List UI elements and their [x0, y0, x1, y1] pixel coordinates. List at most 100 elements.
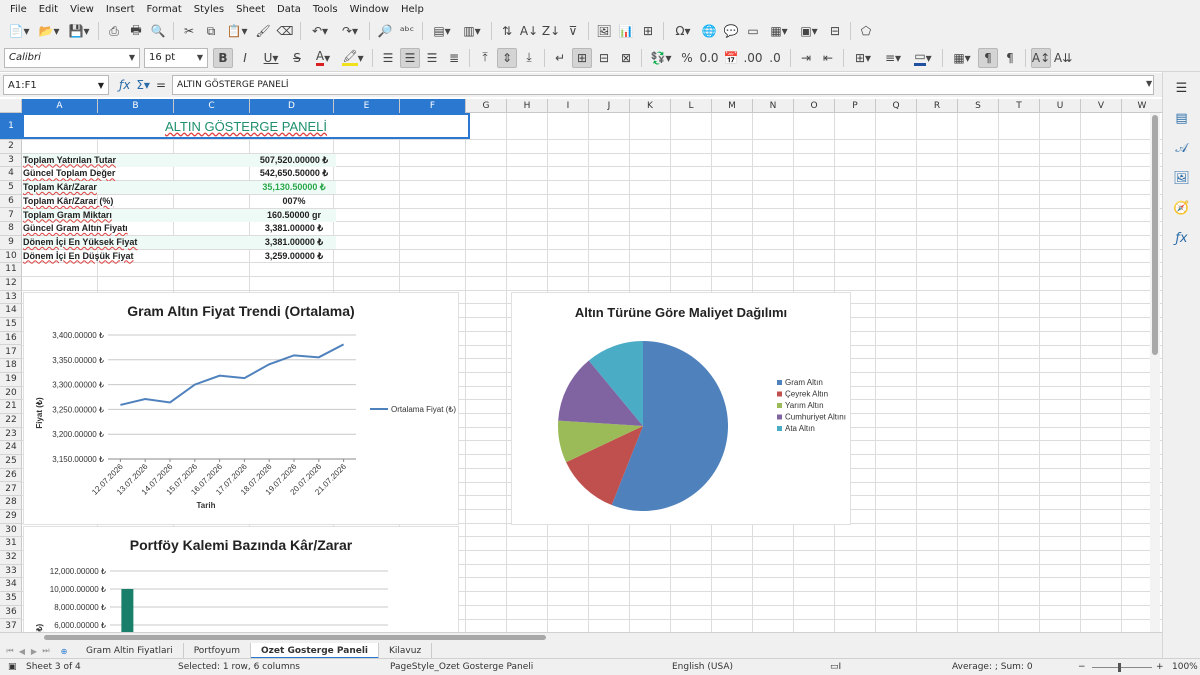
row-header[interactable]: 12 — [0, 277, 22, 291]
row-header[interactable]: 22 — [0, 414, 22, 428]
cut-icon[interactable]: ✂ — [179, 21, 199, 41]
row-header[interactable]: 25 — [0, 455, 22, 469]
row-header[interactable]: 9 — [0, 236, 22, 250]
sort-descending-icon[interactable]: Z↓ — [541, 21, 561, 41]
column-header[interactable]: B — [98, 99, 174, 113]
column-header[interactable]: C — [174, 99, 250, 113]
sheet-tab[interactable]: Portfoyum — [184, 643, 252, 659]
unmerge-cells-icon[interactable]: ⊠ — [616, 48, 636, 68]
align-left-icon[interactable]: ☰ — [378, 48, 398, 68]
bar-chart[interactable]: Portföy Kalemi Bazında Kâr/Zarar 12,000.… — [23, 526, 459, 632]
column-header[interactable]: U — [1040, 99, 1081, 113]
menu-icon[interactable]: ☰ — [1172, 78, 1192, 98]
menu-item[interactable]: Format — [141, 4, 188, 15]
number-format-icon[interactable]: 0.0 — [699, 48, 719, 68]
define-print-area-icon[interactable]: ▦▾ — [765, 21, 793, 41]
hyperlink-icon[interactable]: 🌐 — [699, 21, 719, 41]
ltr-icon[interactable]: ¶ — [1000, 48, 1020, 68]
row-header[interactable]: 20 — [0, 387, 22, 401]
text-direction-icon[interactable]: A⇊ — [1053, 48, 1073, 68]
formula-equals-icon[interactable]: = — [156, 78, 166, 92]
row-header[interactable]: 2 — [0, 140, 22, 154]
row-header[interactable]: 7 — [0, 209, 22, 223]
row-header[interactable]: 13 — [0, 291, 22, 305]
kpi-label[interactable]: Güncel Toplam Değer — [23, 167, 251, 180]
column-header[interactable]: H — [507, 99, 548, 113]
special-character-icon[interactable]: Ω▾ — [669, 21, 697, 41]
row-header[interactable]: 16 — [0, 332, 22, 346]
column-header[interactable]: W — [1122, 99, 1162, 113]
header-footer-icon[interactable]: ▭ — [743, 21, 763, 41]
delete-decimal-icon[interactable]: .0 — [765, 48, 785, 68]
align-bottom-icon[interactable]: ⤓ — [519, 48, 539, 68]
row-header[interactable]: 28 — [0, 496, 22, 510]
underline-icon[interactable]: U▾ — [257, 48, 285, 68]
sheet-tab[interactable]: Kilavuz — [379, 643, 433, 659]
column-header[interactable]: S — [958, 99, 999, 113]
row-header[interactable]: 34 — [0, 578, 22, 593]
zoom-slider[interactable] — [1092, 667, 1152, 668]
column-header[interactable]: J — [589, 99, 630, 113]
italic-icon[interactable]: I — [235, 48, 255, 68]
copy-icon[interactable]: ⧉ — [201, 21, 221, 41]
column-header[interactable]: V — [1081, 99, 1122, 113]
column-header[interactable]: O — [794, 99, 835, 113]
prev-sheet-icon[interactable]: ◀ — [16, 647, 28, 656]
menu-item[interactable]: Data — [271, 4, 307, 15]
row-header[interactable]: 32 — [0, 551, 22, 565]
formula-input[interactable]: ALTIN GÖSTERGE PANELİ — [172, 75, 1154, 95]
column-icon[interactable]: ▥▾ — [458, 21, 486, 41]
kpi-label[interactable]: Toplam Yatırılan Tutar — [23, 154, 251, 167]
column-header[interactable]: P — [835, 99, 876, 113]
pivot-table-icon[interactable]: ⊞ — [638, 21, 658, 41]
row-header[interactable]: 26 — [0, 469, 22, 483]
select-all-corner[interactable] — [0, 99, 22, 113]
selection-mode-icon[interactable]: ▭I — [830, 662, 841, 672]
spelling-icon[interactable]: ᵃᵇᶜ — [397, 21, 417, 41]
navigator-icon[interactable]: 🧭 — [1172, 198, 1192, 218]
page-style[interactable]: PageStyle_Ozet Gosterge Paneli — [390, 662, 533, 672]
kpi-value[interactable]: 007% — [252, 195, 336, 208]
zoom-level[interactable]: 100% — [1172, 662, 1198, 672]
kpi-label[interactable]: Dönem İçi En Yüksek Fiyat — [23, 236, 251, 249]
row-header[interactable]: 23 — [0, 428, 22, 442]
name-box[interactable]: A1:F1 ▼ — [3, 75, 109, 95]
export-pdf-icon[interactable]: ⎙ — [104, 21, 124, 41]
column-header[interactable]: I — [548, 99, 589, 113]
border-color-icon[interactable]: ▭ ▾ — [909, 48, 937, 68]
kpi-value[interactable]: 507,520.00000 ₺ — [252, 154, 336, 167]
font-color-icon[interactable]: A ▾ — [309, 48, 337, 68]
kpi-label[interactable]: Toplam Kâr/Zarar (%) — [23, 195, 251, 208]
kpi-value[interactable]: 3,259.00000 ₺ — [252, 250, 336, 263]
align-center-icon[interactable]: ☰ — [400, 47, 420, 68]
row-header[interactable]: 36 — [0, 606, 22, 620]
kpi-label[interactable]: Dönem İçi En Düşük Fiyat — [23, 250, 251, 263]
row-header[interactable]: 29 — [0, 510, 22, 524]
column-header[interactable]: M — [712, 99, 753, 113]
strikethrough-icon[interactable]: S̶ — [287, 48, 307, 68]
row-header[interactable]: 30 — [0, 524, 22, 538]
border-style-icon[interactable]: ≡▾ — [879, 48, 907, 68]
clear-formatting-icon[interactable]: ⌫ — [275, 21, 295, 41]
sheet-tab[interactable]: Ozet Gosterge Paneli — [251, 643, 380, 659]
insert-image-icon[interactable]: 🖼 — [594, 21, 614, 41]
kpi-value[interactable]: 3,381.00000 ₺ — [252, 236, 336, 249]
column-header[interactable]: T — [999, 99, 1040, 113]
find-replace-icon[interactable]: 🔎 — [375, 21, 395, 41]
scrollbar-thumb[interactable] — [1152, 115, 1158, 355]
sort-icon[interactable]: ⇅ — [497, 21, 517, 41]
clone-formatting-icon[interactable]: 🖌 — [253, 21, 273, 41]
redo-icon[interactable]: ↷▾ — [336, 21, 364, 41]
column-header[interactable]: A — [22, 99, 98, 113]
row-header[interactable]: 10 — [0, 250, 22, 264]
row-header[interactable]: 15 — [0, 318, 22, 332]
align-right-icon[interactable]: ☰ — [422, 48, 442, 68]
column-header[interactable]: G — [466, 99, 507, 113]
increase-indent-icon[interactable]: ⇥ — [796, 48, 816, 68]
line-chart[interactable]: Gram Altın Fiyat Trendi (Ortalama) 3,400… — [23, 292, 459, 525]
row-icon[interactable]: ▤▾ — [428, 21, 456, 41]
functions-icon[interactable]: ƒx — [1172, 228, 1192, 248]
next-sheet-icon[interactable]: ▶ — [28, 647, 40, 656]
borders-icon[interactable]: ⊞▾ — [849, 48, 877, 68]
split-window-icon[interactable]: ⊟ — [825, 21, 845, 41]
